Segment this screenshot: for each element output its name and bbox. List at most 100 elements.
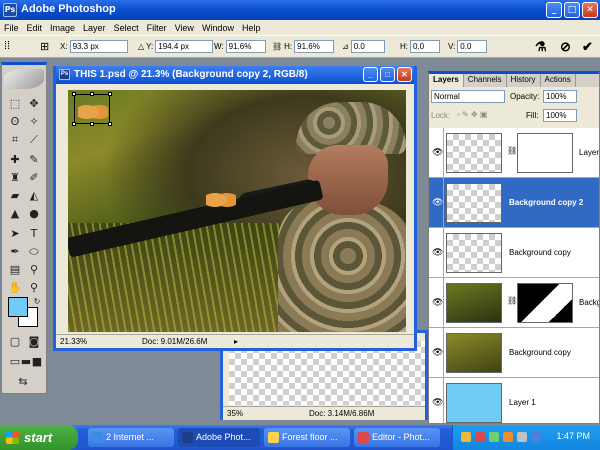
pen-tool-icon[interactable]: ✒ (6, 243, 24, 261)
transform-bounding-box[interactable] (72, 92, 112, 126)
reference-point-icon[interactable]: ⊞ (40, 40, 49, 53)
visibility-eye-icon[interactable]: 👁 (432, 198, 443, 208)
screen-mode-full-icon[interactable]: ■ (28, 353, 46, 371)
doc-maximize-button[interactable]: □ (380, 67, 395, 82)
taskbar-item-internet[interactable]: 2 Internet ... (88, 428, 174, 447)
height-percent-field[interactable]: 91.6% (294, 40, 335, 53)
path-selection-tool-icon[interactable]: ➤ (6, 225, 24, 243)
dodge-tool-icon[interactable]: ● (25, 205, 43, 223)
notes-tool-icon[interactable]: ▤ (6, 261, 24, 279)
visibility-eye-icon[interactable]: 👁 (432, 298, 443, 308)
lasso-tool-icon[interactable]: ʘ (6, 113, 24, 131)
tray-security-icon[interactable] (475, 432, 485, 442)
visibility-eye-icon[interactable]: 👁 (432, 248, 443, 258)
start-button[interactable]: start (0, 425, 78, 450)
task-label: Adobe Phot... (196, 432, 251, 442)
layer-row-background-copy-lower[interactable]: 👁 Background copy (429, 328, 599, 378)
y-position-field[interactable]: 194.4 px (155, 40, 214, 53)
image-canvas[interactable] (68, 90, 406, 332)
blur-tool-icon[interactable]: ▲ (6, 205, 24, 223)
menu-view[interactable]: View (175, 23, 194, 33)
maximize-button[interactable]: □ (564, 2, 580, 18)
tray-update-icon[interactable] (503, 432, 513, 442)
blend-mode-select[interactable]: Normal (431, 90, 505, 103)
visibility-eye-icon[interactable]: 👁 (432, 148, 443, 158)
document-icon: Ps (59, 69, 70, 80)
soldier-face (308, 145, 388, 215)
menu-layer[interactable]: Layer (83, 23, 106, 33)
fill-field[interactable]: 100% (543, 109, 577, 122)
minimize-button[interactable]: _ (546, 2, 562, 18)
warp-mode-icon[interactable]: ⚗ (535, 39, 547, 55)
magic-wand-tool-icon[interactable]: ✧ (25, 113, 43, 131)
width-percent-field[interactable]: 91.6% (225, 40, 266, 53)
hand-tool-icon[interactable]: ✋ (6, 279, 24, 297)
cancel-transform-button[interactable]: ⊘ (560, 39, 571, 55)
status-arrow-icon[interactable]: ▸ (234, 335, 238, 348)
folder-icon (268, 432, 279, 443)
menu-edit[interactable]: Edit (27, 23, 43, 33)
visibility-eye-icon[interactable]: 👁 (432, 348, 443, 358)
link-icon[interactable]: ⛓ (272, 42, 282, 51)
swap-colors-icon[interactable]: ↻ (28, 293, 46, 311)
paint-bucket-tool-icon[interactable]: ◭ (25, 187, 43, 205)
menu-window[interactable]: Window (202, 23, 234, 33)
tray-messenger-icon[interactable] (489, 432, 499, 442)
mask-link-icon[interactable]: ⛓ (507, 146, 517, 155)
history-brush-tool-icon[interactable]: ✐ (25, 169, 43, 187)
visibility-eye-icon[interactable]: 👁 (432, 398, 443, 408)
taskbar-item-photoshop[interactable]: Adobe Phot... (178, 428, 260, 447)
move-tool-icon[interactable]: ✥ (25, 95, 43, 113)
eraser-tool-icon[interactable]: ▰ (6, 187, 24, 205)
layer-name: Backg (579, 298, 600, 307)
zoom-level: 35% (227, 409, 244, 418)
menu-filter[interactable]: Filter (147, 23, 167, 33)
layer-row-background-copy-2[interactable]: 👁 Background copy 2 (429, 178, 599, 228)
tab-layers[interactable]: Layers (429, 74, 464, 87)
butterfly-on-grass (206, 188, 236, 212)
brush-tool-icon[interactable]: ✎ (25, 151, 43, 169)
layer-row-background-copy[interactable]: 👁 Background copy (429, 228, 599, 278)
standard-mode-icon[interactable]: ▢ (6, 333, 24, 351)
healing-brush-tool-icon[interactable]: ✚ (6, 151, 24, 169)
close-button[interactable]: ✕ (582, 2, 598, 18)
horizontal-skew-field[interactable]: 0.0 (410, 40, 440, 53)
jump-to-imageready-icon[interactable]: ⇆ (14, 373, 32, 391)
commit-transform-button[interactable]: ✔ (582, 39, 593, 55)
rotate-angle-field[interactable]: 0.0 (350, 40, 385, 53)
tray-network-icon[interactable] (461, 432, 471, 442)
menu-help[interactable]: Help (242, 23, 261, 33)
clone-stamp-tool-icon[interactable]: ♜ (6, 169, 24, 187)
marquee-tool-icon[interactable]: ⬚ (6, 95, 24, 113)
tab-history[interactable]: History (507, 74, 541, 87)
layer-row-layer[interactable]: 👁 ⛓ Layer (429, 128, 599, 178)
taskbar-item-forest-floor[interactable]: Forest floor ... (264, 428, 350, 447)
crop-tool-icon[interactable]: ⌗ (6, 131, 24, 149)
type-tool-icon[interactable]: T (25, 225, 43, 243)
doc-minimize-button[interactable]: _ (363, 67, 378, 82)
slice-tool-icon[interactable]: ⟋ (25, 131, 43, 149)
vertical-skew-field[interactable]: 0.0 (457, 40, 488, 53)
layer-mask-thumbnail (517, 283, 573, 323)
tab-channels[interactable]: Channels (464, 74, 507, 87)
panel-tabs: Layers Channels History Actions (429, 74, 599, 87)
tray-bluetooth-icon[interactable] (531, 432, 541, 442)
foreground-color-swatch[interactable] (8, 297, 28, 317)
lock-icons[interactable]: ▫ ✎ ✥ ▣ (457, 110, 487, 119)
taskbar-item-editor[interactable]: Editor - Phot... (354, 428, 440, 447)
layer-row-background-masked[interactable]: 👁 ⛓ Backg (429, 278, 600, 328)
mask-link-icon[interactable]: ⛓ (507, 296, 517, 305)
tray-volume-icon[interactable] (517, 432, 527, 442)
eyedropper-tool-icon[interactable]: ⚲ (25, 261, 43, 279)
document-window-main[interactable]: Ps THIS 1.psd @ 21.3% (Background copy 2… (53, 66, 417, 351)
layer-row-layer-1[interactable]: 👁 Layer 1 (429, 378, 599, 423)
doc-close-button[interactable]: ✕ (397, 67, 412, 82)
opacity-field[interactable]: 100% (543, 90, 577, 103)
menu-select[interactable]: Select (114, 23, 139, 33)
menu-file[interactable]: File (4, 23, 19, 33)
shape-tool-icon[interactable]: ⬭ (25, 243, 43, 261)
tab-actions[interactable]: Actions (541, 74, 576, 87)
menu-image[interactable]: Image (50, 23, 75, 33)
x-position-field[interactable]: 93.3 px (69, 40, 128, 53)
quick-mask-mode-icon[interactable]: ◙ (25, 333, 43, 351)
